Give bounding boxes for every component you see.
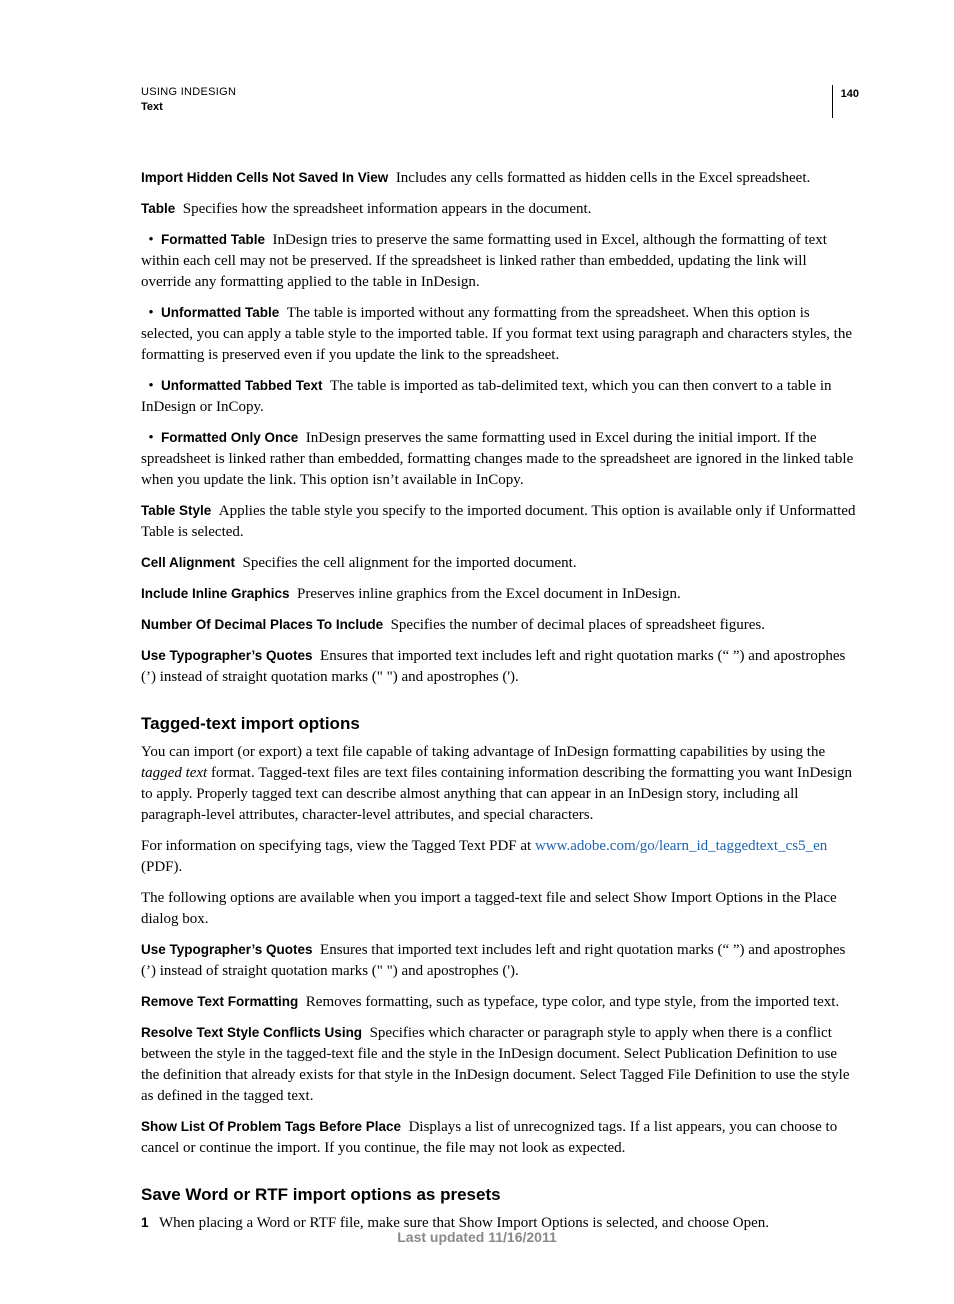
- term: Remove Text Formatting: [141, 994, 298, 1009]
- term: Unformatted Table: [161, 305, 279, 320]
- def-typographers-quotes-2: Use Typographer’s Quotes Ensures that im…: [141, 940, 859, 982]
- term: Show List Of Problem Tags Before Place: [141, 1119, 401, 1134]
- term: Cell Alignment: [141, 555, 235, 570]
- term: Use Typographer’s Quotes: [141, 648, 313, 663]
- page-number: 140: [832, 85, 859, 118]
- text: format. Tagged-text files are text files…: [141, 765, 852, 823]
- term: Formatted Table: [161, 232, 265, 247]
- page-footer: Last updated 11/16/2011: [0, 1228, 954, 1248]
- def-table: Table Specifies how the spreadsheet info…: [141, 199, 859, 220]
- body: Specifies how the spreadsheet informatio…: [183, 201, 592, 217]
- def-cell-alignment: Cell Alignment Specifies the cell alignm…: [141, 553, 859, 574]
- text: For information on specifying tags, view…: [141, 838, 535, 854]
- term: Use Typographer’s Quotes: [141, 942, 313, 957]
- heading-tagged-text: Tagged-text import options: [141, 712, 859, 736]
- header-doc-title: USING INDESIGN: [141, 85, 236, 100]
- body: Applies the table style you specify to t…: [141, 503, 855, 540]
- body: Specifies the cell alignment for the imp…: [243, 555, 577, 571]
- term: Table Style: [141, 503, 211, 518]
- def-resolve-conflicts: Resolve Text Style Conflicts Using Speci…: [141, 1023, 859, 1107]
- italic-text: tagged text: [141, 765, 207, 781]
- def-unformatted-tabbed: •Unformatted Tabbed Text The table is im…: [141, 376, 859, 418]
- def-unformatted-table: •Unformatted Table The table is imported…: [141, 303, 859, 366]
- def-typographers-quotes: Use Typographer’s Quotes Ensures that im…: [141, 646, 859, 688]
- bullet-icon: •: [141, 376, 161, 397]
- term: Table: [141, 201, 175, 216]
- link-tagged-text-pdf[interactable]: www.adobe.com/go/learn_id_taggedtext_cs5…: [535, 838, 827, 854]
- tagged-paragraph-2: For information on specifying tags, view…: [141, 836, 859, 878]
- def-table-style: Table Style Applies the table style you …: [141, 501, 859, 543]
- bullet-icon: •: [141, 230, 161, 251]
- term: Unformatted Tabbed Text: [161, 378, 323, 393]
- def-include-inline: Include Inline Graphics Preserves inline…: [141, 584, 859, 605]
- def-show-list-problems: Show List Of Problem Tags Before Place D…: [141, 1117, 859, 1159]
- bullet-icon: •: [141, 303, 161, 324]
- term: Number Of Decimal Places To Include: [141, 617, 383, 632]
- term: Include Inline Graphics: [141, 586, 290, 601]
- term: Import Hidden Cells Not Saved In View: [141, 170, 388, 185]
- def-import-hidden: Import Hidden Cells Not Saved In View In…: [141, 168, 859, 189]
- text: You can import (or export) a text file c…: [141, 744, 825, 760]
- page-header: USING INDESIGN Text 140: [141, 85, 859, 118]
- def-formatted-table: •Formatted Table InDesign tries to prese…: [141, 230, 859, 293]
- body: Removes formatting, such as typeface, ty…: [306, 994, 839, 1010]
- tagged-paragraph-1: You can import (or export) a text file c…: [141, 742, 859, 826]
- body: Specifies the number of decimal places o…: [391, 617, 765, 633]
- def-remove-text: Remove Text Formatting Removes formattin…: [141, 992, 859, 1013]
- def-decimal-places: Number Of Decimal Places To Include Spec…: [141, 615, 859, 636]
- bullet-icon: •: [141, 428, 161, 449]
- document-page: USING INDESIGN Text 140 Import Hidden Ce…: [0, 0, 954, 1304]
- term: Resolve Text Style Conflicts Using: [141, 1025, 362, 1040]
- body: Preserves inline graphics from the Excel…: [297, 586, 681, 602]
- header-left: USING INDESIGN Text: [141, 85, 236, 116]
- header-chapter: Text: [141, 100, 236, 115]
- term: Formatted Only Once: [161, 430, 298, 445]
- body: Includes any cells formatted as hidden c…: [396, 170, 810, 186]
- tagged-paragraph-3: The following options are available when…: [141, 888, 859, 930]
- def-formatted-only-once: •Formatted Only Once InDesign preserves …: [141, 428, 859, 491]
- heading-save-presets: Save Word or RTF import options as prese…: [141, 1183, 859, 1207]
- text: (PDF).: [141, 859, 182, 875]
